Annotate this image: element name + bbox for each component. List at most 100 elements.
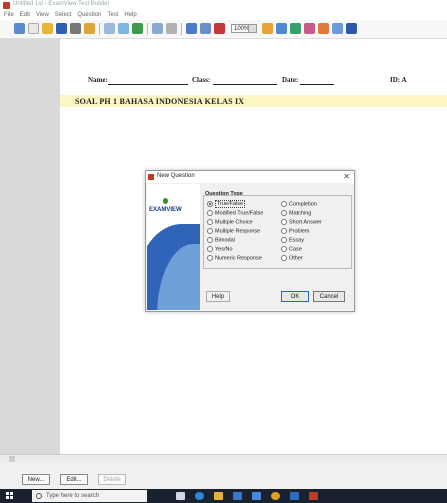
radio-icon[interactable] [207,219,213,225]
toolbar: 100% [0,20,447,39]
list-icon[interactable] [276,23,287,34]
option-case[interactable]: Case [281,246,302,252]
name-label: Name: [88,76,108,84]
tool-icon[interactable] [166,23,177,34]
dialog-title-bar: New Question ✕ [146,171,354,183]
search-placeholder: Type here to search [46,493,100,499]
spelling-icon[interactable] [132,23,143,34]
radio-icon[interactable] [281,201,287,207]
title-bar: Untitled 1st - ExamView Test Builder [0,0,447,11]
help-button[interactable]: Help [206,291,230,302]
menu-bar: File Edit View Select Question Test Help [0,11,447,20]
close-icon[interactable]: ✕ [343,172,350,181]
select-icon[interactable] [214,23,225,34]
task-view-icon[interactable] [176,492,185,500]
open-folder-icon[interactable] [42,23,53,34]
question-bank-icon[interactable] [262,23,273,34]
id-label: ID: A [390,76,407,84]
dialog-title: New Question [157,173,195,179]
answer-key-icon[interactable] [318,23,329,34]
report-icon[interactable] [304,23,315,34]
radio-selected-icon[interactable] [207,201,213,207]
option-numeric-response[interactable]: Numeric Response [207,255,262,261]
scissors-icon[interactable] [118,23,129,34]
menu-file[interactable]: File [4,12,14,18]
new-question-button[interactable]: New... [22,474,50,485]
ok-button[interactable]: OK [281,291,309,302]
option-essay[interactable]: Essay [281,237,304,243]
taskbar-search-input[interactable]: Type here to search [32,490,147,502]
option-other[interactable]: Other [281,255,303,261]
examview-taskbar-icon[interactable] [309,492,318,500]
radio-icon[interactable] [281,246,287,252]
help-question-icon[interactable] [346,23,357,34]
option-completion[interactable]: Completion [281,201,317,207]
class-label: Class: [192,76,211,84]
menu-edit[interactable]: Edit [20,12,30,18]
print-icon[interactable] [70,23,81,34]
option-problem[interactable]: Problem [281,228,309,234]
edge-icon[interactable] [195,492,204,500]
date-label: Date: [282,76,299,84]
name-line [108,84,188,85]
menu-test[interactable]: Test [107,12,118,18]
chevron-down-icon[interactable] [248,25,256,32]
new-test-icon[interactable] [14,23,25,34]
radio-icon[interactable] [207,255,213,261]
cancel-button[interactable]: Cancel [313,291,345,302]
option-bimodal[interactable]: Bimodal [207,237,235,243]
examview-logo: EXAMVIEW [149,207,182,213]
windows-start-icon[interactable] [6,492,14,500]
preferences-icon[interactable] [84,23,95,34]
radio-icon[interactable] [207,210,213,216]
option-short-answer[interactable]: Short Answer [281,219,322,225]
radio-icon[interactable] [281,255,287,261]
radio-icon[interactable] [207,246,213,252]
option-matching[interactable]: Matching [281,210,311,216]
radio-icon[interactable] [281,228,287,234]
mail-icon[interactable] [252,492,261,500]
find-icon[interactable] [104,23,115,34]
toolbar-separator [147,23,148,35]
option-yes-no[interactable]: Yes/No [207,246,233,252]
option-modified-true-false[interactable]: Modified True/False [207,210,263,216]
radio-icon[interactable] [207,237,213,243]
student-icon[interactable] [290,23,301,34]
file-explorer-icon[interactable] [214,492,223,500]
toolbar-separator [181,23,182,35]
online-icon[interactable] [332,23,343,34]
option-true-false[interactable]: True/False [207,200,246,209]
toolbar-separator [99,23,100,35]
document-title[interactable]: SOAL PH 1 BAHASA INDONESIA KELAS IX [75,97,244,106]
menu-select[interactable]: Select [55,12,72,18]
page-icon[interactable] [186,23,197,34]
app-icon [3,2,10,9]
radio-icon[interactable] [281,237,287,243]
blank-page-icon[interactable] [28,23,39,34]
save-icon[interactable] [56,23,67,34]
store-icon[interactable] [233,492,242,500]
option-multiple-response[interactable]: Multiple Response [207,228,260,234]
chrome-icon[interactable] [271,492,280,500]
zoom-select[interactable]: 100% [231,24,257,33]
menu-help[interactable]: Help [124,12,136,18]
menu-question[interactable]: Question [77,12,101,18]
radio-icon[interactable] [281,210,287,216]
taskbar: Type here to search [0,489,447,503]
menu-view[interactable]: View [36,12,49,18]
examview-banner: EXAMVIEW [147,184,200,310]
dialog-app-icon [148,174,154,180]
apple-icon [163,198,168,204]
radio-icon[interactable] [207,228,213,234]
search-icon [36,493,42,499]
option-multiple-choice[interactable]: Multiple Choice [207,219,253,225]
table-icon[interactable] [200,23,211,34]
word-icon[interactable] [290,492,299,500]
radio-icon[interactable] [281,219,287,225]
layout-icon[interactable] [152,23,163,34]
edit-question-button[interactable]: Edit... [60,474,88,485]
class-line [213,84,277,85]
date-line [300,84,334,85]
window-title: Untitled 1st - ExamView Test Builder [13,1,110,7]
delete-question-button[interactable]: Delete [98,474,126,485]
